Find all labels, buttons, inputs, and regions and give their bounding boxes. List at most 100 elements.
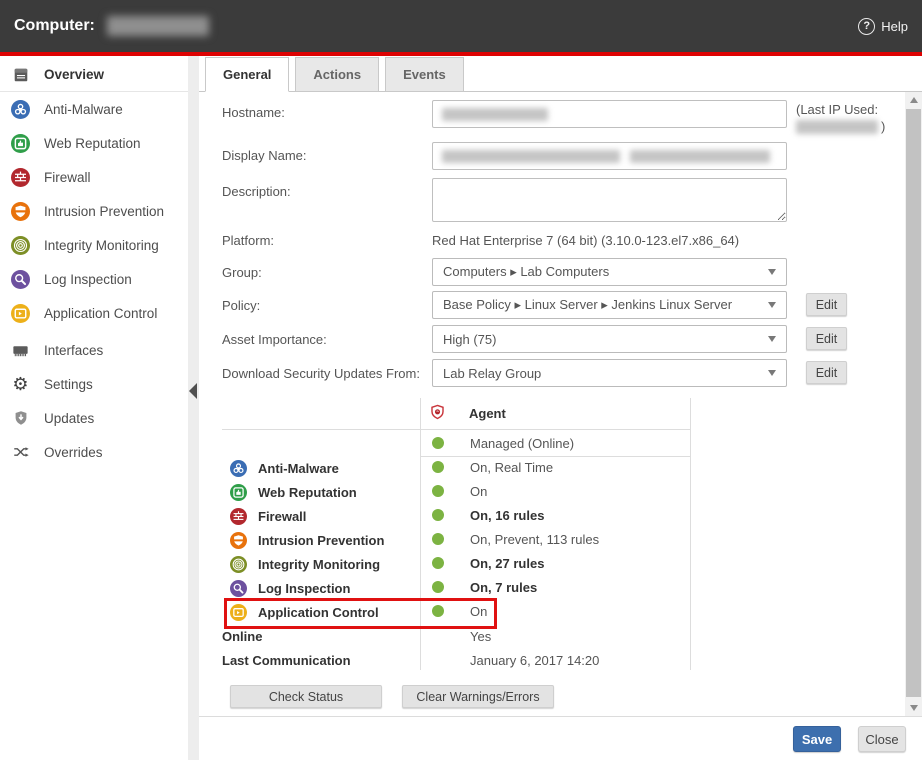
sidebar-item-log-inspection[interactable]: Log Inspection: [0, 262, 188, 296]
vertical-scrollbar[interactable]: [905, 92, 922, 716]
table-row-value: On, 16 rules: [470, 508, 544, 523]
help-label: Help: [881, 19, 908, 34]
status-dot: [432, 461, 444, 473]
last-ip-value: ): [796, 119, 885, 134]
platform-value: Red Hat Enterprise 7 (64 bit) (3.10.0-12…: [432, 233, 739, 248]
description-input[interactable]: [432, 178, 787, 222]
tab-bar: General Actions Events: [199, 56, 922, 92]
web-reputation-icon: [230, 484, 247, 501]
status-dot: [432, 437, 444, 449]
sidebar-item-updates[interactable]: Updates: [0, 401, 188, 435]
main-content: General Actions Events Hostname: (Last I…: [199, 56, 922, 760]
sidebar-item-label: Intrusion Prevention: [44, 204, 164, 219]
interfaces-icon: [11, 341, 30, 360]
sidebar-item-application-control[interactable]: Application Control: [0, 296, 188, 330]
display-name-input[interactable]: [432, 142, 787, 170]
hostname-input[interactable]: [432, 100, 787, 128]
chevron-down-icon: [768, 269, 776, 275]
agent-column-header: Agent: [469, 406, 506, 421]
firewall-icon: [11, 168, 30, 187]
table-header-divider: [222, 429, 690, 430]
policy-select[interactable]: Base Policy ▸ Linux Server ▸ Jenkins Lin…: [432, 291, 787, 319]
sidebar-item-label: Application Control: [44, 306, 157, 321]
sidebar-collapse-icon[interactable]: [189, 383, 197, 399]
clear-warnings-button[interactable]: Clear Warnings/Errors: [402, 685, 554, 708]
platform-label: Platform:: [222, 233, 274, 248]
log-inspection-icon: [11, 270, 30, 289]
title-bar: Computer: ? Help: [0, 0, 922, 52]
computer-name-redacted: [107, 16, 209, 36]
sidebar-item-label: Updates: [44, 411, 94, 426]
last-ip-label: (Last IP Used:: [796, 102, 878, 117]
anti-malware-icon: [230, 460, 247, 477]
integrity-monitoring-icon: [11, 236, 30, 255]
updates-from-select[interactable]: Lab Relay Group: [432, 359, 787, 387]
sidebar-item-intrusion-prevention[interactable]: Intrusion Prevention: [0, 194, 188, 228]
table-row-label: Anti-Malware: [258, 461, 339, 476]
sidebar-item-firewall[interactable]: Firewall: [0, 160, 188, 194]
group-select[interactable]: Computers ▸ Lab Computers: [432, 258, 787, 286]
sidebar-splitter[interactable]: [188, 56, 199, 760]
asset-importance-edit-button[interactable]: Edit: [806, 327, 847, 350]
table-row-value: On, Real Time: [470, 460, 553, 475]
table-row-label: Integrity Monitoring: [258, 557, 380, 572]
gear-icon: ⚙: [11, 375, 30, 394]
sidebar-item-web-reputation[interactable]: Web Reputation: [0, 126, 188, 160]
description-label: Description:: [222, 184, 291, 199]
sidebar-item-label: Log Inspection: [44, 272, 132, 287]
chevron-down-icon: [768, 336, 776, 342]
asset-importance-select[interactable]: High (75): [432, 325, 787, 353]
updates-from-label: Download Security Updates From:: [222, 366, 420, 381]
table-row-value: On, Prevent, 113 rules: [470, 532, 599, 547]
sidebar-item-label: Anti-Malware: [44, 102, 123, 117]
intrusion-prevention-icon: [11, 202, 30, 221]
intrusion-prevention-icon: [230, 532, 247, 549]
status-dot: [432, 509, 444, 521]
scroll-up-icon[interactable]: [905, 92, 922, 108]
tab-events[interactable]: Events: [385, 57, 464, 92]
sidebar-item-integrity-monitoring[interactable]: Integrity Monitoring: [0, 228, 188, 262]
anti-malware-icon: [11, 100, 30, 119]
status-dot: [432, 581, 444, 593]
display-name-label: Display Name:: [222, 148, 307, 163]
sidebar-item-label: Overview: [44, 67, 104, 82]
sidebar-item-label: Integrity Monitoring: [44, 238, 159, 253]
sidebar-item-interfaces[interactable]: Interfaces: [0, 333, 188, 367]
chevron-down-icon: [768, 302, 776, 308]
group-label: Group:: [222, 265, 262, 280]
sidebar-item-label: Firewall: [44, 170, 91, 185]
sidebar-item-label: Settings: [44, 377, 93, 392]
hostname-redacted: [442, 108, 548, 121]
sidebar-item-overrides[interactable]: Overrides: [0, 435, 188, 469]
display-name-redacted: [442, 150, 620, 163]
sidebar-item-anti-malware[interactable]: Anti-Malware: [0, 92, 188, 126]
agent-status-value: Managed (Online): [470, 436, 574, 451]
display-name-redacted: [630, 150, 770, 163]
check-status-button[interactable]: Check Status: [230, 685, 382, 708]
overview-icon: [11, 65, 30, 84]
table-row-value: On, 27 rules: [470, 556, 544, 571]
online-value: Yes: [470, 629, 491, 644]
policy-edit-button[interactable]: Edit: [806, 293, 847, 316]
policy-label: Policy:: [222, 298, 260, 313]
sidebar-item-settings[interactable]: ⚙ Settings: [0, 367, 188, 401]
online-label: Online: [222, 629, 262, 644]
sidebar-item-overview[interactable]: Overview: [0, 58, 188, 92]
close-button[interactable]: Close: [858, 726, 906, 752]
scrollbar-thumb[interactable]: [906, 109, 921, 697]
table-row-value: On, 7 rules: [470, 580, 537, 595]
updates-from-edit-button[interactable]: Edit: [806, 361, 847, 384]
overrides-shuffle-icon: [11, 443, 30, 462]
tab-general[interactable]: General: [205, 57, 289, 92]
sidebar-item-label: Overrides: [44, 445, 103, 460]
help-button[interactable]: ? Help: [858, 18, 908, 35]
save-button[interactable]: Save: [793, 726, 841, 752]
tab-actions[interactable]: Actions: [295, 57, 379, 92]
table-column-divider: [420, 398, 421, 670]
application-control-highlight-box: [224, 598, 497, 629]
sidebar: Overview Anti-Malware Web Reputation Fir…: [0, 56, 188, 760]
dialog-footer: Save Close: [199, 716, 922, 760]
application-control-icon: [11, 304, 30, 323]
scroll-down-icon[interactable]: [905, 700, 922, 716]
last-ip-redacted: [796, 120, 878, 134]
